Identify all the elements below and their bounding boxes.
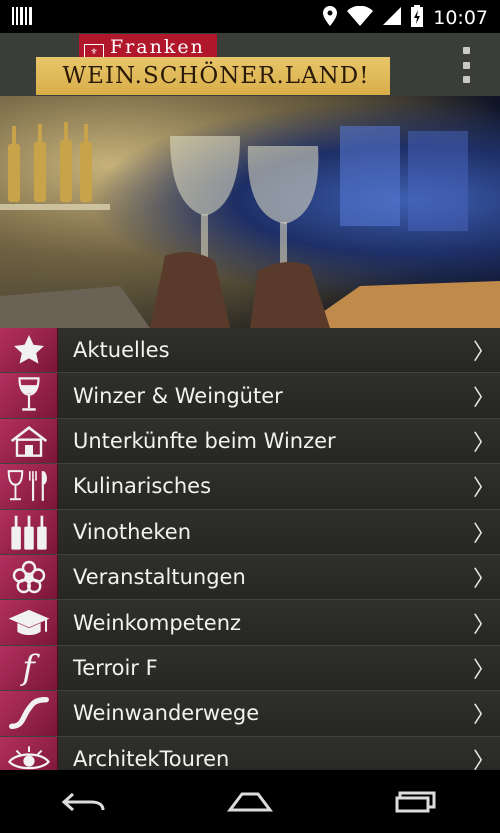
system-navigation-bar — [0, 770, 500, 833]
cutlery-icon — [0, 464, 58, 509]
location-icon — [323, 6, 338, 30]
menu-item-unterkuenfte[interactable]: Unterkünfte beim Winzer 〉 — [0, 418, 500, 465]
back-icon — [62, 792, 105, 811]
bottles-icon — [0, 509, 58, 554]
menu-item-winzer[interactable]: Winzer & Weingüter 〉 — [0, 373, 500, 419]
menu-item-veranstaltungen[interactable]: Veranstaltungen 〉 — [0, 554, 500, 601]
overflow-menu-button[interactable] — [456, 47, 476, 83]
star-icon — [0, 328, 58, 373]
menu-item-label: Veranstaltungen — [73, 565, 246, 590]
home-button[interactable] — [220, 782, 280, 822]
hero-image-wine-glasses — [0, 96, 500, 328]
signal-icon — [383, 7, 402, 29]
menu-item-label: Kulinarisches — [73, 474, 212, 499]
wifi-icon — [347, 5, 374, 30]
menu-item-label: Weinkompetenz — [73, 610, 242, 635]
clock: 10:07 — [433, 7, 488, 29]
logo-wein-schoener-land: WEIN.SCHÖNER.LAND! — [36, 57, 390, 95]
flower-icon — [0, 554, 58, 600]
house-icon — [0, 418, 58, 464]
recent-apps-button[interactable] — [387, 782, 447, 822]
chevron-right-icon: 〉 — [472, 430, 495, 456]
menu-item-label: Terroir F — [73, 655, 158, 680]
back-button[interactable] — [53, 782, 113, 822]
f-icon: f — [0, 645, 58, 691]
menu-item-weinkompetenz[interactable]: Weinkompetenz 〉 — [0, 600, 500, 646]
status-bar: 10:07 — [0, 0, 500, 33]
barcode-icon — [12, 7, 34, 29]
menu-item-label: Weinwanderwege — [73, 701, 260, 726]
chevron-right-icon: 〉 — [472, 748, 495, 770]
home-icon — [226, 792, 273, 811]
chevron-right-icon: 〉 — [472, 612, 495, 638]
chevron-right-icon: 〉 — [472, 340, 495, 366]
main-menu-list: Aktuelles 〉 Winzer & Weingüter 〉 Unterkü… — [0, 328, 500, 770]
menu-item-terroir-f[interactable]: f Terroir F 〉 — [0, 645, 500, 692]
recent-apps-icon — [395, 791, 436, 812]
menu-item-architektouren[interactable]: ArchitekTouren 〉 — [0, 736, 500, 770]
menu-item-label: Aktuelles — [73, 338, 170, 363]
menu-item-vinotheken[interactable]: Vinotheken 〉 — [0, 509, 500, 555]
wine-glass-icon — [0, 373, 58, 418]
menu-item-weinwanderwege[interactable]: Weinwanderwege 〉 — [0, 691, 500, 737]
chevron-right-icon: 〉 — [472, 567, 495, 593]
menu-item-label: Unterkünfte beim Winzer — [73, 428, 336, 453]
menu-item-label: Vinotheken — [73, 519, 192, 544]
path-icon — [0, 691, 58, 736]
chevron-right-icon: 〉 — [472, 476, 495, 502]
menu-item-label: ArchitekTouren — [73, 746, 230, 770]
graduation-cap-icon — [0, 600, 58, 645]
menu-item-label: Winzer & Weingüter — [73, 383, 283, 408]
chevron-right-icon: 〉 — [472, 521, 495, 547]
chevron-right-icon: 〉 — [472, 385, 495, 411]
battery-icon — [411, 5, 424, 31]
chevron-right-icon: 〉 — [472, 703, 495, 729]
chevron-right-icon: 〉 — [472, 657, 495, 683]
eye-icon — [0, 736, 58, 770]
menu-item-kulinarisches[interactable]: Kulinarisches 〉 — [0, 464, 500, 510]
menu-item-aktuelles[interactable]: Aktuelles 〉 — [0, 328, 500, 374]
